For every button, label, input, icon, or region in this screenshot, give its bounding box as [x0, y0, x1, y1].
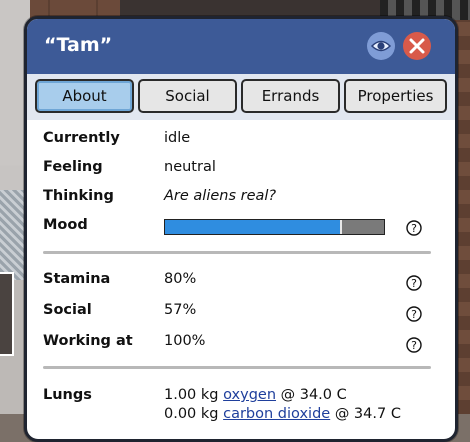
close-icon — [409, 38, 425, 54]
eye-icon — [370, 40, 392, 52]
feeling-label: Feeling — [43, 159, 103, 175]
lungs-temp-2: @ 34.7 C — [334, 406, 401, 422]
feeling-value: neutral — [164, 159, 216, 175]
tab-errands[interactable]: Errands — [241, 79, 340, 113]
mood-help-icon[interactable]: ? — [406, 220, 422, 236]
svg-text:?: ? — [411, 339, 417, 352]
carbon-dioxide-link[interactable]: carbon dioxide — [223, 406, 330, 422]
stamina-help-icon[interactable]: ? — [406, 275, 422, 291]
social-help-icon[interactable]: ? — [406, 306, 422, 322]
stamina-value: 80% — [164, 271, 197, 287]
section-divider-2 — [43, 366, 431, 369]
lungs-row: Lungs 1.00 kg oxygen @ 34.0 C 0.00 kg ca… — [43, 387, 443, 427]
svg-text:?: ? — [411, 277, 417, 290]
tab-social[interactable]: Social — [138, 79, 237, 113]
mood-row: Mood ? — [43, 217, 443, 239]
mood-label: Mood — [43, 217, 88, 233]
character-info-window: “Tam” About Social Errands Properties Cu… — [24, 16, 458, 442]
lungs-line-1: 1.00 kg oxygen @ 34.0 C — [164, 387, 347, 403]
currently-value: idle — [164, 130, 191, 146]
working-at-row: Working at 100% ? — [43, 333, 443, 355]
social-label: Social — [43, 302, 92, 318]
working-at-value: 100% — [164, 333, 206, 349]
working-at-help-icon[interactable]: ? — [406, 337, 422, 353]
tab-about[interactable]: About — [35, 79, 134, 113]
stamina-row: Stamina 80% ? — [43, 271, 443, 293]
lungs-line-2: 0.00 kg carbon dioxide @ 34.7 C — [164, 406, 401, 422]
eye-button[interactable] — [367, 32, 395, 60]
currently-label: Currently — [43, 130, 120, 146]
tab-bar: About Social Errands Properties — [27, 74, 455, 120]
svg-text:?: ? — [411, 308, 417, 321]
lungs-temp-1: @ 34.0 C — [280, 387, 347, 403]
social-row: Social 57% ? — [43, 302, 443, 324]
svg-text:?: ? — [411, 222, 417, 235]
thinking-row: Thinking Are aliens real? — [43, 188, 443, 210]
working-at-label: Working at — [43, 333, 133, 349]
window-title: “Tam” — [44, 34, 113, 56]
mood-bar-fill — [165, 220, 343, 234]
currently-row: Currently idle — [43, 130, 443, 152]
lungs-amount-1: 1.00 kg — [164, 387, 219, 403]
oxygen-link[interactable]: oxygen — [223, 387, 276, 403]
close-button[interactable] — [403, 32, 431, 60]
social-value: 57% — [164, 302, 197, 318]
thinking-label: Thinking — [43, 188, 114, 204]
tab-properties[interactable]: Properties — [344, 79, 447, 113]
feeling-row: Feeling neutral — [43, 159, 443, 181]
stamina-label: Stamina — [43, 271, 111, 287]
thinking-value: Are aliens real? — [164, 188, 277, 204]
lungs-label: Lungs — [43, 387, 92, 403]
left-panel — [0, 272, 14, 356]
window-titlebar[interactable]: “Tam” — [27, 19, 455, 74]
mood-bar — [164, 219, 385, 235]
section-divider — [43, 251, 431, 254]
lungs-amount-2: 0.00 kg — [164, 406, 219, 422]
